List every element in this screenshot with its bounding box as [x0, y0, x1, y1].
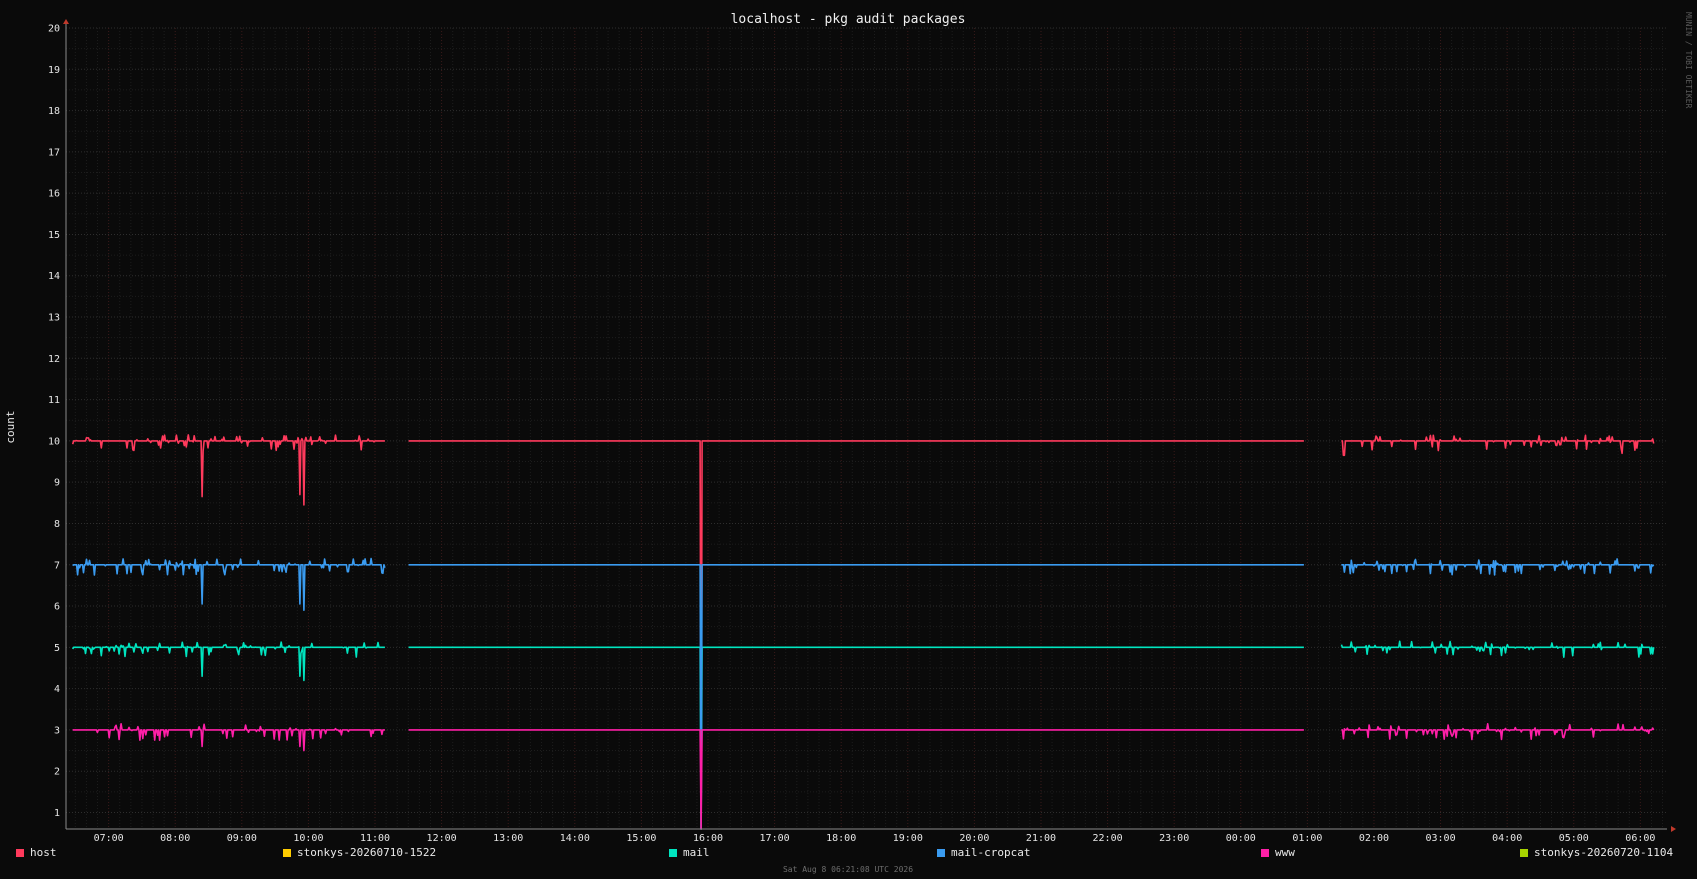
y-tick-label: 9: [54, 478, 60, 489]
x-tick-label: 02:00: [1359, 833, 1389, 844]
legend-swatch: [1261, 848, 1269, 857]
x-tick-label: 08:00: [160, 833, 190, 844]
y-tick-label: 2: [54, 767, 60, 778]
x-tick-label: 15:00: [626, 833, 656, 844]
legend-label: stonkys-20260720-1104: [1534, 846, 1674, 859]
y-tick-label: 6: [54, 602, 60, 613]
legend-label: www: [1275, 846, 1295, 859]
y-tick-label: 1: [54, 808, 60, 819]
y-axis-label: count: [4, 410, 17, 443]
x-tick-label: 01:00: [1292, 833, 1322, 844]
x-tick-label: 03:00: [1426, 833, 1456, 844]
legend-swatch: [283, 848, 291, 857]
x-tick-label: 20:00: [959, 833, 989, 844]
watermark: MUNIN / TOBI OETIKER: [1684, 12, 1693, 109]
x-tick-label: 14:00: [560, 833, 590, 844]
x-tick-label: 16:00: [693, 833, 723, 844]
x-tick-label: 21:00: [1026, 833, 1056, 844]
x-tick-label: 19:00: [893, 833, 923, 844]
y-tick-label: 11: [48, 395, 60, 406]
x-tick-label: 10:00: [293, 833, 323, 844]
x-tick-label: 00:00: [1226, 833, 1256, 844]
legend-item-mail-cropcat: mail-cropcat: [937, 846, 1030, 859]
legend-item-mail: mail: [669, 846, 710, 859]
y-tick-label: 18: [48, 106, 60, 117]
chart-background: [0, 0, 1697, 879]
y-tick-label: 10: [48, 436, 60, 447]
legend-item-www: www: [1261, 846, 1295, 859]
y-tick-label: 7: [54, 560, 60, 571]
legend-item-stonkys-1522: stonkys-20260710-1522: [283, 846, 436, 859]
chart-title: localhost - pkg audit packages: [731, 12, 966, 27]
y-tick-label: 13: [48, 313, 60, 324]
legend-item-host: host: [16, 846, 57, 859]
y-tick-label: 3: [54, 725, 60, 736]
x-tick-label: 11:00: [360, 833, 390, 844]
legend-label: host: [30, 846, 57, 859]
y-tick-label: 5: [54, 643, 60, 654]
x-tick-label: 18:00: [826, 833, 856, 844]
legend-item-stonkys-1104: stonkys-20260720-1104: [1520, 846, 1673, 859]
x-tick-label: 23:00: [1159, 833, 1189, 844]
footer-timestamp: Sat Aug 8 06:21:08 UTC 2026: [783, 865, 913, 874]
legend-label: mail-cropcat: [951, 846, 1031, 859]
x-tick-label: 07:00: [94, 833, 124, 844]
y-tick-label: 17: [48, 147, 60, 158]
legend-label: stonkys-20260710-1522: [297, 846, 437, 859]
y-tick-label: 15: [48, 230, 60, 241]
x-tick-label: 22:00: [1093, 833, 1123, 844]
x-tick-label: 09:00: [227, 833, 257, 844]
x-tick-label: 04:00: [1492, 833, 1522, 844]
y-tick-label: 4: [54, 684, 60, 695]
legend-label: mail: [683, 846, 710, 859]
y-tick-label: 8: [54, 519, 60, 530]
x-tick-label: 06:00: [1625, 833, 1655, 844]
legend-swatch: [937, 848, 945, 857]
y-tick-label: 19: [48, 65, 60, 76]
y-tick-label: 20: [48, 24, 60, 35]
y-tick-label: 16: [48, 189, 60, 200]
chart-canvas: localhost - pkg audit packages count MUN…: [0, 0, 1697, 879]
x-tick-label: 17:00: [760, 833, 790, 844]
legend: host stonkys-20260710-1522 mail mail-cro…: [0, 846, 1697, 862]
legend-swatch: [1520, 848, 1528, 857]
y-tick-label: 14: [48, 271, 60, 282]
y-tick-label: 12: [48, 354, 60, 365]
legend-swatch: [669, 848, 677, 857]
x-tick-label: 05:00: [1559, 833, 1589, 844]
x-tick-label: 12:00: [427, 833, 457, 844]
legend-swatch: [16, 848, 24, 857]
x-tick-label: 13:00: [493, 833, 523, 844]
